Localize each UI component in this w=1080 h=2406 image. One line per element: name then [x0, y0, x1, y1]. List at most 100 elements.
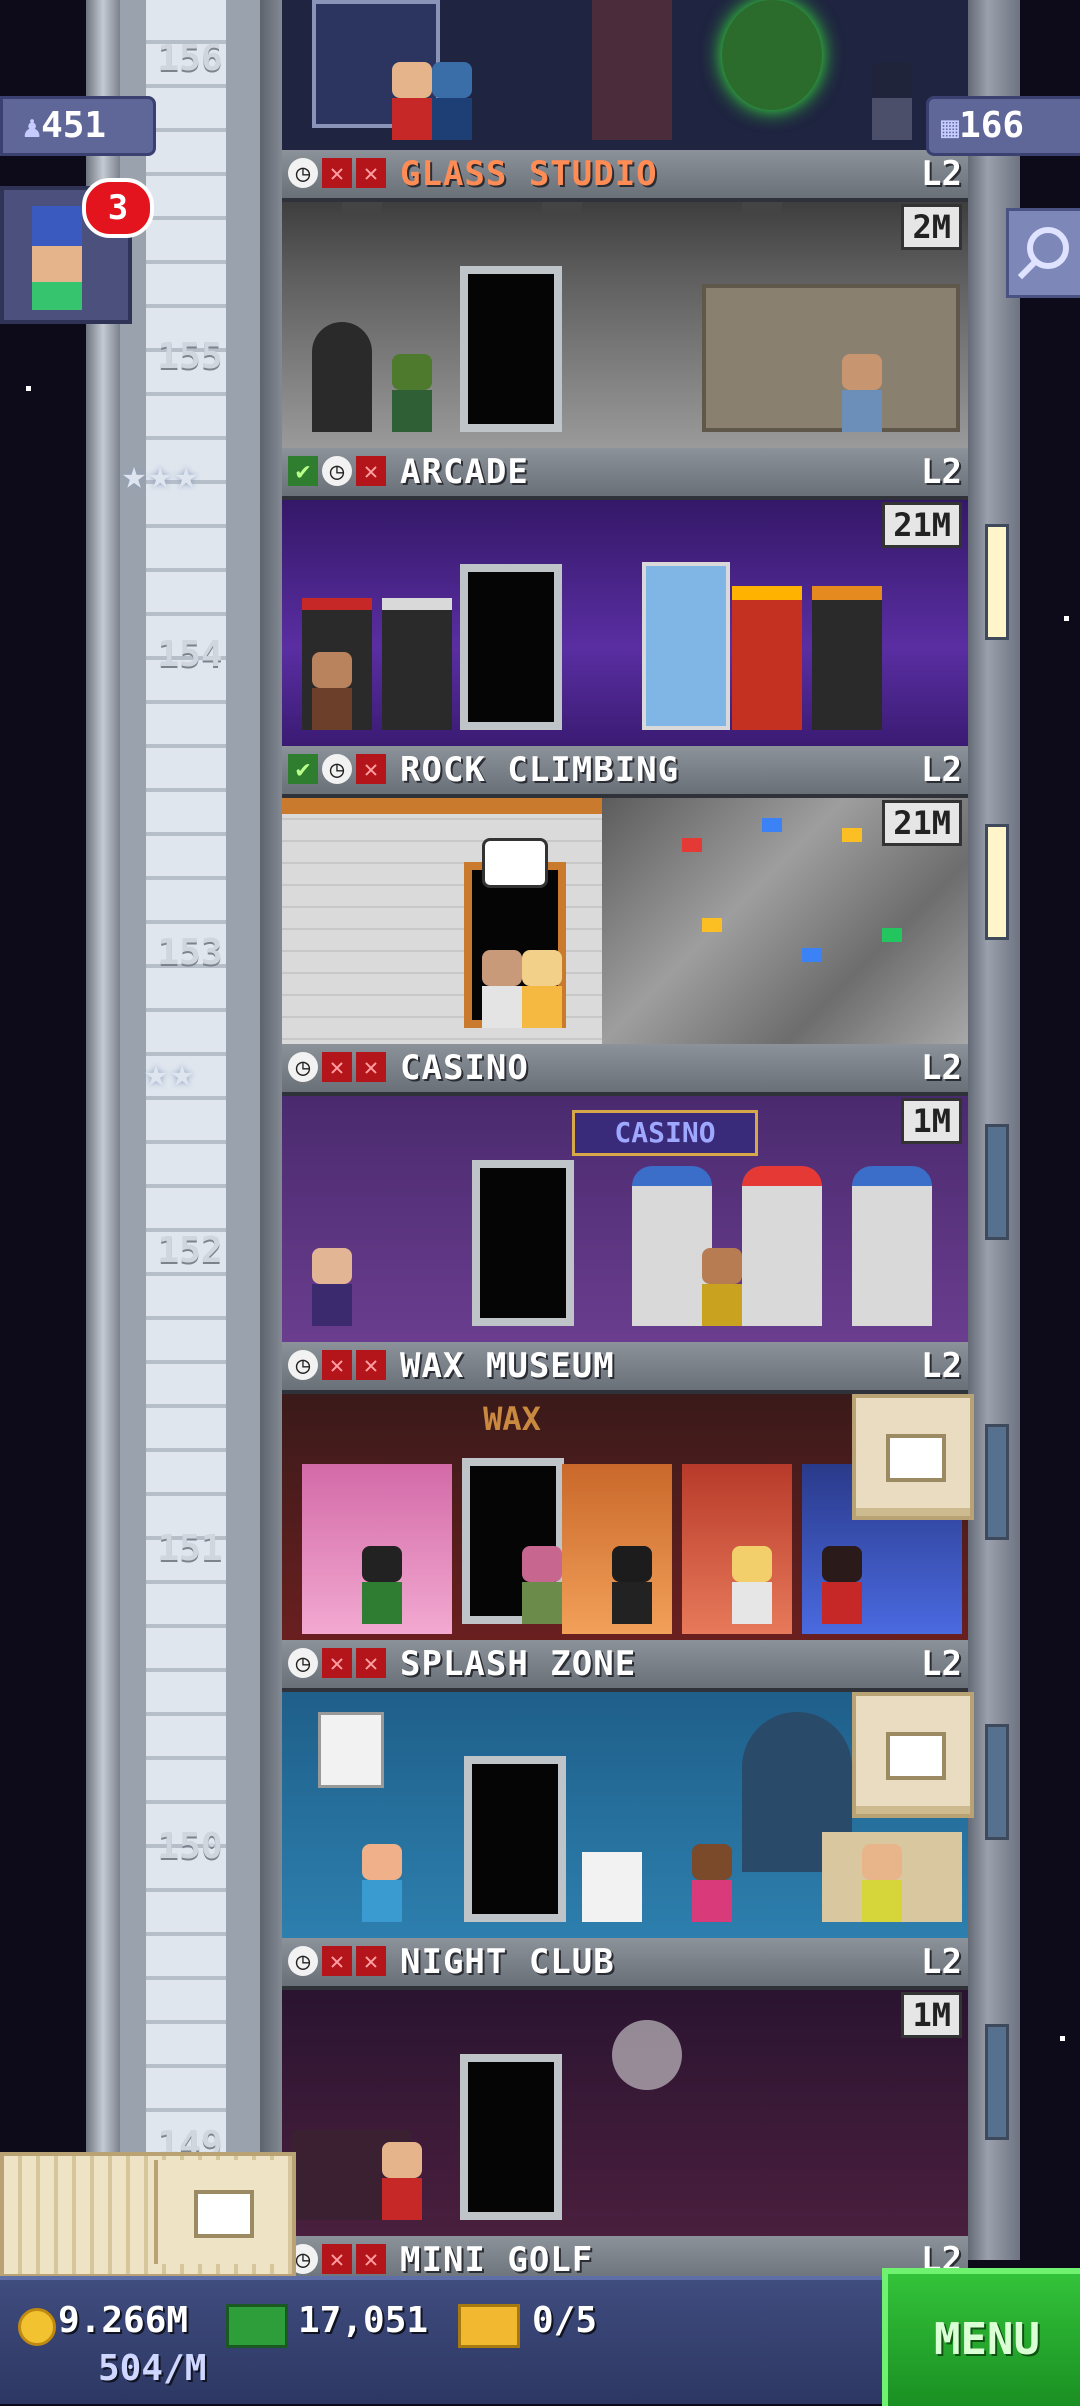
tower-window — [985, 1424, 1009, 1540]
resident[interactable] — [392, 62, 432, 140]
floor-number: 156 — [157, 38, 223, 79]
stories-counter[interactable]: ▦166 — [926, 96, 1080, 156]
floor-status: ◷ ✕ ✕ — [288, 1052, 386, 1084]
population-tag: 21M — [882, 800, 962, 846]
resident[interactable] — [362, 1844, 402, 1922]
resident[interactable] — [312, 1248, 352, 1326]
thought-bubble — [482, 838, 548, 888]
floor-label-bar: ◷ ✕ ✕ CASINO L2 — [282, 1044, 968, 1096]
floor-glass-studio[interactable]: ◷ ✕ ✕ GLASS STUDIO L2 2M — [282, 150, 968, 448]
clock-icon: ◷ — [322, 754, 352, 784]
x-icon: ✕ — [356, 1648, 386, 1678]
clock-icon: ◷ — [322, 456, 352, 486]
tower-window — [985, 824, 1009, 940]
floor-label-bar: ✔ ◷ ✕ ARCADE L2 — [282, 448, 968, 500]
resident[interactable] — [432, 62, 472, 140]
tickets-value: 0/5 — [532, 2300, 598, 2341]
population-value: 451 — [41, 105, 107, 146]
floor-label-bar: ◷ ✕ ✕ MINI GOLF L2 — [282, 2236, 968, 2276]
floor-top-partial[interactable] — [282, 0, 968, 150]
floor-name: NIGHT CLUB — [400, 1942, 615, 1982]
resident[interactable] — [692, 1844, 732, 1922]
dna-model — [592, 0, 672, 140]
resident[interactable] — [312, 652, 352, 730]
check-icon: ✔ — [288, 456, 318, 486]
floor-door — [460, 2054, 562, 2220]
star-dot — [1060, 2036, 1065, 2041]
glass-shelf — [702, 284, 960, 432]
arcade-machine — [732, 586, 802, 730]
wax-sign: WAX — [483, 1400, 541, 1438]
coins-value: 9.266M — [58, 2300, 189, 2341]
floor-mini-golf[interactable]: ◷ ✕ ✕ MINI GOLF L2 — [282, 2236, 968, 2276]
kiln — [312, 322, 372, 432]
x-icon: ✕ — [356, 1350, 386, 1380]
x-icon: ✕ — [322, 2244, 352, 2274]
clock-icon: ◷ — [288, 1350, 318, 1380]
floor-name: SPLASH ZONE — [400, 1644, 637, 1684]
floor-rock-climbing[interactable]: ✔ ◷ ✕ ROCK CLIMBING L2 21M — [282, 746, 968, 1044]
visitor-hat — [32, 206, 82, 246]
coin-icon — [18, 2308, 56, 2346]
x-icon: ✕ — [356, 158, 386, 188]
climbing-hold — [802, 948, 822, 962]
resident[interactable] — [382, 2142, 422, 2220]
ticket-icon — [458, 2304, 520, 2348]
floor-number: 152 — [157, 1230, 223, 1271]
star-dot — [26, 386, 31, 391]
income-rate: 504/M — [98, 2348, 207, 2389]
delivery-box-button[interactable] — [852, 1394, 974, 1520]
floor-door — [460, 564, 562, 730]
resident[interactable] — [482, 950, 522, 1028]
tower-window — [985, 1124, 1009, 1240]
delivery-box-button[interactable] — [852, 1692, 974, 1818]
x-icon: ✕ — [322, 158, 352, 188]
search-button[interactable] — [1006, 208, 1080, 298]
delivery-stack-button[interactable] — [0, 2152, 296, 2278]
resident[interactable] — [522, 950, 562, 1028]
floor-label-bar: ✔ ◷ ✕ ROCK CLIMBING L2 — [282, 746, 968, 798]
floor-name: WAX MUSEUM — [400, 1346, 615, 1386]
search-icon-handle — [1017, 260, 1037, 280]
x-icon: ✕ — [322, 1946, 352, 1976]
resident[interactable] — [702, 1248, 742, 1326]
lounge-chair — [582, 1852, 642, 1922]
floor-door — [464, 1756, 566, 1922]
resident[interactable] — [392, 354, 432, 432]
x-icon: ✕ — [322, 1350, 352, 1380]
x-icon: ✕ — [356, 2244, 386, 2274]
building-icon: ▦ — [941, 110, 960, 145]
bux-value: 17,051 — [298, 2300, 429, 2341]
floor-label-bar: ◷ ✕ ✕ GLASS STUDIO L2 — [282, 150, 968, 202]
menu-button[interactable]: MENU — [882, 2268, 1080, 2406]
slot-machine — [632, 1166, 712, 1326]
floor-casino[interactable]: ◷ ✕ ✕ CASINO L2 CASINO 1M — [282, 1044, 968, 1342]
bux-icon — [226, 2304, 288, 2348]
notification-badge: 3 — [82, 178, 154, 238]
floor-level: L2 — [921, 1644, 962, 1684]
visitor-body — [32, 282, 82, 310]
stories-value: 166 — [959, 105, 1025, 146]
x-icon: ✕ — [356, 456, 386, 486]
population-counter[interactable]: ♟451 — [0, 96, 156, 156]
floor-number: 154 — [157, 634, 223, 675]
floor-name: ROCK CLIMBING — [400, 750, 680, 790]
floor-door — [460, 266, 562, 432]
x-icon: ✕ — [356, 754, 386, 784]
elevator-rail — [86, 0, 120, 2260]
resident[interactable] — [862, 1844, 902, 1922]
wax-figure — [822, 1546, 862, 1624]
floor-status: ◷ ✕ ✕ — [288, 1648, 386, 1680]
person-icon: ♟ — [23, 110, 42, 145]
population-tag: 1M — [901, 1098, 962, 1144]
resident[interactable] — [842, 354, 882, 432]
floor-status: ◷ ✕ ✕ — [288, 1946, 386, 1978]
floor-arcade[interactable]: ✔ ◷ ✕ ARCADE L2 21M — [282, 448, 968, 746]
clock-icon: ◷ — [288, 1648, 318, 1678]
floor-number: 155 — [157, 336, 223, 377]
resident[interactable] — [872, 62, 912, 140]
box-icon — [886, 1434, 946, 1482]
resident[interactable] — [522, 1546, 562, 1624]
floor-name: GLASS STUDIO — [400, 154, 658, 194]
floor-night-club[interactable]: ◷ ✕ ✕ NIGHT CLUB L2 1M — [282, 1938, 968, 2236]
